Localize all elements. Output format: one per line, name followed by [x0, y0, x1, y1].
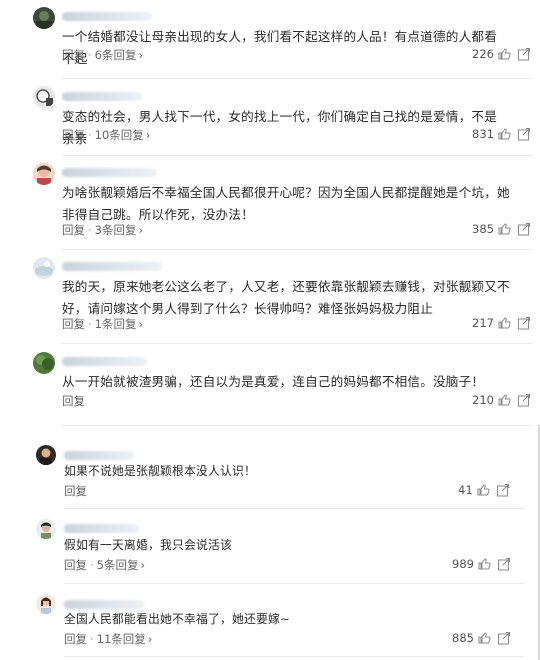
username-blurred[interactable]: [62, 92, 142, 101]
comment-actions: 回复 · 1条回复 ›: [62, 316, 144, 332]
comment-actions: 回复: [62, 393, 85, 409]
thumbs-up-icon[interactable]: [476, 483, 490, 497]
reply-button[interactable]: 回复: [64, 483, 87, 499]
like-group: 831: [472, 127, 531, 141]
avatar[interactable]: [36, 519, 56, 539]
like-count: 41: [458, 483, 473, 497]
view-replies-link[interactable]: 6条回复: [95, 47, 137, 63]
like-count: 210: [472, 393, 494, 407]
like-count: 831: [472, 127, 494, 141]
view-replies-link[interactable]: 1条回复: [95, 316, 137, 332]
like-count: 226: [472, 47, 494, 61]
avatar[interactable]: [33, 7, 55, 29]
reply-button[interactable]: 回复: [62, 222, 85, 238]
like-group: 885: [452, 631, 511, 645]
thumbs-up-icon[interactable]: [497, 47, 511, 61]
reply-button[interactable]: 回复: [62, 316, 85, 332]
comment-actions: 回复 · 10条回复 ›: [62, 127, 151, 143]
comment-actions: 回复 · 3条回复 ›: [62, 222, 144, 238]
like-count: 885: [452, 631, 474, 645]
thumbs-up-icon[interactable]: [477, 631, 491, 645]
chevron-right-icon: ›: [138, 317, 144, 331]
reply-button[interactable]: 回复: [62, 47, 85, 63]
reply-button[interactable]: 回复: [64, 631, 87, 647]
divider: [62, 78, 532, 79]
divider: [62, 425, 532, 426]
chevron-right-icon: ›: [147, 632, 153, 646]
username-blurred[interactable]: [64, 451, 134, 460]
like-group: 385: [472, 222, 531, 236]
chevron-right-icon: ›: [138, 48, 144, 62]
avatar[interactable]: [36, 594, 56, 614]
divider: [64, 508, 524, 509]
like-group: 210: [472, 393, 531, 407]
view-replies-link[interactable]: 3条回复: [95, 222, 137, 238]
thumbs-up-icon[interactable]: [477, 557, 491, 571]
share-icon[interactable]: [497, 631, 511, 645]
avatar[interactable]: [36, 445, 56, 465]
divider: [62, 155, 532, 156]
share-icon[interactable]: [496, 483, 510, 497]
username-blurred[interactable]: [62, 357, 147, 366]
comment-actions: 回复: [64, 483, 87, 499]
reply-button[interactable]: 回复: [62, 393, 85, 409]
like-group: 989: [452, 557, 511, 571]
share-icon[interactable]: [517, 127, 531, 141]
username-blurred[interactable]: [64, 524, 139, 533]
comment-text: 假如有一天离婚，我只会说活该: [64, 538, 232, 552]
thumbs-up-icon[interactable]: [497, 316, 511, 330]
comment-actions: 回复 · 5条回复 ›: [64, 557, 146, 573]
like-group: 226: [472, 47, 531, 61]
divider: [64, 583, 524, 584]
share-icon[interactable]: [517, 47, 531, 61]
share-icon[interactable]: [517, 222, 531, 236]
reply-button[interactable]: 回复: [62, 127, 85, 143]
thumbs-up-icon[interactable]: [497, 127, 511, 141]
avatar[interactable]: [33, 86, 55, 108]
username-blurred[interactable]: [62, 12, 152, 21]
like-group: 41: [458, 483, 510, 497]
avatar[interactable]: [33, 352, 55, 374]
avatar[interactable]: [33, 257, 55, 279]
divider: [62, 343, 532, 344]
share-icon[interactable]: [497, 557, 511, 571]
comment-text: 全国人民都能看出她不幸福了，她还要嫁~: [64, 612, 291, 626]
chevron-right-icon: ›: [140, 558, 146, 572]
view-replies-link[interactable]: 10条回复: [95, 127, 144, 143]
reply-button[interactable]: 回复: [64, 557, 87, 573]
username-blurred[interactable]: [62, 262, 162, 271]
chevron-right-icon: ›: [138, 223, 144, 237]
view-replies-link[interactable]: 11条回复: [97, 631, 146, 647]
comment-text: 我的天，原来她老公这么老了，人又老，还要依靠张靓颖去赚钱，对张靓颖又不好，请问嫁…: [62, 279, 510, 316]
chevron-right-icon: ›: [145, 128, 151, 142]
like-count: 217: [472, 316, 494, 330]
username-blurred[interactable]: [62, 168, 157, 177]
divider: [64, 656, 524, 657]
view-replies-link[interactable]: 5条回复: [97, 557, 139, 573]
like-group: 217: [472, 316, 531, 330]
comment-actions: 回复 · 11条回复 ›: [64, 631, 153, 647]
comment-text: 如果不说她是张靓颖根本没人认识！: [64, 464, 256, 478]
comment-text: 为啥张靓颖婚后不幸福全国人民都很开心呢？因为全国人民都提醒她是个坑，她非得自己跳…: [62, 185, 510, 222]
thumbs-up-icon[interactable]: [497, 222, 511, 236]
like-count: 989: [452, 557, 474, 571]
divider: [62, 249, 532, 250]
thumbs-up-icon[interactable]: [497, 393, 511, 407]
like-count: 385: [472, 222, 494, 236]
avatar[interactable]: [33, 163, 55, 185]
comment-text: 从一开始就被渣男骗，还自以为是真爱，连自己的妈妈都不相信。没脑子！: [62, 374, 485, 389]
comment-actions: 回复 · 6条回复 ›: [62, 47, 144, 63]
share-icon[interactable]: [517, 393, 531, 407]
share-icon[interactable]: [517, 316, 531, 330]
